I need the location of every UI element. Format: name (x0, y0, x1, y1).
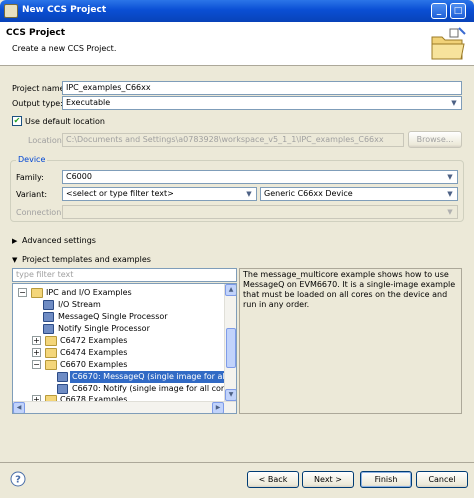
scroll-up-icon[interactable]: ▲ (225, 284, 236, 296)
wizard-icon (4, 4, 18, 18)
tree-vertical-scrollbar[interactable]: ▲ ▼ (224, 284, 236, 401)
finish-button[interactable]: Finish (360, 471, 412, 488)
tree-item-label: Notify Single Processor (58, 324, 150, 333)
svg-text:?: ? (15, 475, 21, 486)
scroll-right-icon[interactable]: ▶ (212, 402, 224, 413)
tree-horizontal-scrollbar[interactable]: ◀ ▶ (13, 401, 236, 413)
scroll-thumb[interactable] (226, 328, 236, 368)
page-subtitle: Create a new CCS Project. (12, 44, 117, 53)
tree-item-label: C6670 Examples (60, 360, 128, 369)
connection-label: Connection: (16, 208, 64, 217)
template-description: The message_multicore example shows how … (239, 268, 462, 414)
output-type-label: Output type: (12, 99, 63, 108)
chevron-down-icon: ▼ (447, 173, 453, 181)
maximize-button[interactable]: □ (450, 3, 466, 19)
tree-item-label: MessageQ Single Processor (58, 312, 168, 321)
title-bar: New CCS Project _ □ (0, 0, 474, 22)
chevron-down-icon: ▼ (246, 190, 252, 198)
template-tree[interactable]: − IPC and I/O Examples I/O Stream Messag… (12, 283, 237, 414)
chevron-down-icon: ▼ (447, 208, 453, 216)
project-icon (43, 312, 54, 322)
tree-item-label: C6474 Examples (60, 348, 128, 357)
wizard-header: CCS Project Create a new CCS Project. (0, 22, 474, 66)
project-icon (43, 300, 54, 310)
tree-item-label: C6472 Examples (60, 336, 128, 345)
family-label: Family: (16, 173, 44, 182)
chevron-down-icon: ▼ (451, 99, 457, 107)
family-value: C6000 (66, 172, 92, 181)
chevron-down-icon: ▼ (447, 190, 453, 198)
window-title: New CCS Project (22, 5, 107, 15)
folder-icon (45, 348, 57, 358)
folder-icon (45, 336, 57, 346)
browse-button[interactable]: Browse... (408, 131, 462, 148)
variant-filter-select[interactable]: <select or type filter text> ▼ (62, 187, 257, 201)
expand-icon[interactable]: + (32, 336, 41, 345)
back-button[interactable]: < Back (247, 471, 299, 488)
use-default-location-label: Use default location (25, 117, 105, 126)
output-type-value: Executable (66, 98, 111, 107)
advanced-settings-toggle-icon[interactable]: ▶ (12, 237, 17, 245)
output-type-select[interactable]: Executable ▼ (62, 96, 462, 110)
project-icon (57, 372, 68, 382)
footer-separator (0, 462, 474, 463)
scroll-down-icon[interactable]: ▼ (225, 389, 236, 401)
templates-section-label[interactable]: Project templates and examples (22, 255, 151, 264)
page-title: CCS Project (6, 28, 66, 38)
templates-toggle-icon[interactable]: ▼ (12, 256, 17, 264)
location-input[interactable]: C:\Documents and Settings\a0783928\works… (62, 133, 404, 147)
connection-select[interactable]: ▼ (62, 205, 458, 219)
folder-icon (45, 360, 57, 370)
folder-wizard-icon (431, 27, 466, 60)
use-default-location-checkbox[interactable]: ✔ (12, 116, 22, 126)
minimize-button[interactable]: _ (431, 3, 447, 19)
next-button[interactable]: Next > (302, 471, 354, 488)
folder-icon (31, 288, 43, 298)
variant-filter-value: <select or type filter text> (66, 189, 174, 198)
variant-label: Variant: (16, 190, 48, 199)
cancel-button[interactable]: Cancel (416, 471, 468, 488)
scroll-left-icon[interactable]: ◀ (13, 402, 25, 413)
advanced-settings-label[interactable]: Advanced settings (22, 236, 96, 245)
variant-select[interactable]: Generic C66xx Device ▼ (260, 187, 458, 201)
location-label: Location: (28, 136, 65, 145)
project-icon (43, 324, 54, 334)
project-name-input[interactable]: IPC_examples_C66xx (62, 81, 462, 95)
collapse-icon[interactable]: − (18, 288, 27, 297)
variant-value: Generic C66xx Device (264, 189, 353, 198)
template-filter-input[interactable]: type filter text (12, 268, 237, 282)
family-select[interactable]: C6000 ▼ (62, 170, 458, 184)
collapse-icon[interactable]: − (32, 360, 41, 369)
project-icon (57, 384, 68, 394)
help-icon[interactable]: ? (10, 471, 26, 487)
project-name-label: Project name: (12, 84, 68, 93)
tree-item-label: C6670: MessageQ (single image for all co… (69, 370, 236, 384)
device-group-label: Device (16, 155, 48, 164)
tree-item-label: I/O Stream (58, 300, 101, 309)
tree-item-label: IPC and I/O Examples (46, 288, 132, 297)
expand-icon[interactable]: + (32, 348, 41, 357)
